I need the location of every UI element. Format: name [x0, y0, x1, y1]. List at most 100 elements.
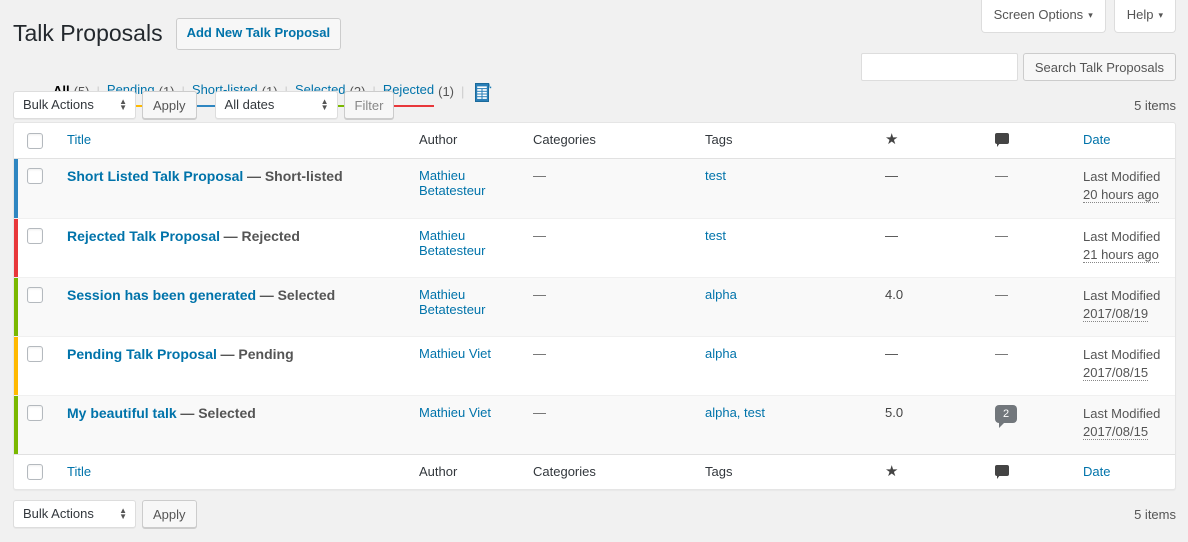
tag-link[interactable]: alpha [705, 287, 737, 302]
screen-meta-links: Screen Options ▾ Help ▾ [980, 0, 1176, 33]
bulk-actions-select-top[interactable]: Bulk Actions ▲ ▼ [13, 91, 136, 119]
select-all-checkbox-bottom[interactable] [27, 464, 43, 481]
row-comments-cell: 2 [985, 394, 1073, 454]
row-checkbox[interactable] [27, 346, 43, 363]
row-rating-cell: 5.0 [875, 394, 985, 454]
comment-count-bubble[interactable]: 2 [995, 404, 1017, 428]
row-rating-cell: — [875, 335, 985, 395]
select-arrows-icon: ▲ ▼ [320, 97, 329, 112]
date-label: Last Modified [1083, 405, 1161, 421]
author-link[interactable]: Mathieu Betatesteur [419, 168, 486, 198]
date-value: 2017/08/15 [1083, 365, 1149, 382]
row-checkbox[interactable] [27, 168, 43, 185]
status-color-bar-pending [14, 336, 18, 395]
column-header-categories: Categories [523, 123, 695, 159]
row-checkbox[interactable] [27, 405, 43, 422]
screen-options-label: Screen Options [993, 7, 1084, 22]
row-author-cell: Mathieu Viet [409, 394, 523, 454]
row-date-cell: Last Modified 20 hours ago [1073, 158, 1175, 218]
row-tags-cell: test [695, 158, 875, 218]
column-header-author: Author [409, 123, 523, 159]
date-label: Last Modified [1083, 168, 1161, 184]
chevron-down-icon: ▾ [1158, 10, 1163, 20]
row-title-cell: Session has been generated — Selected [57, 276, 409, 336]
add-new-talk-proposal-button[interactable]: Add New Talk Proposal [175, 18, 342, 50]
apply-button-bottom[interactable]: Apply [142, 500, 197, 528]
row-rating-cell: 4.0 [875, 276, 985, 336]
talk-proposals-table: Title Author Categories Tags ★ Date Shor… [13, 122, 1176, 491]
search-form: Search Talk Proposals [860, 53, 1176, 81]
sort-title-link[interactable]: Title [67, 132, 91, 147]
row-title-link[interactable]: Rejected Talk Proposal [67, 228, 220, 244]
search-submit-button[interactable]: Search Talk Proposals [1022, 53, 1176, 81]
author-link[interactable]: Mathieu Viet [419, 405, 491, 420]
table-row: Session has been generated — Selected Mat… [14, 276, 1175, 336]
row-title-link[interactable]: Session has been generated [67, 287, 256, 303]
select-all-header [14, 123, 57, 159]
sort-date-link[interactable]: Date [1083, 132, 1110, 147]
row-title-link[interactable]: My beautiful talk [67, 405, 177, 421]
sort-title-link-footer[interactable]: Title [67, 464, 91, 479]
row-rating-cell: — [875, 158, 985, 218]
row-title-link[interactable]: Short Listed Talk Proposal [67, 168, 243, 184]
apply-button-top[interactable]: Apply [142, 91, 197, 119]
table-row: Rejected Talk Proposal — Rejected Mathieu… [14, 217, 1175, 277]
table-head: Title Author Categories Tags ★ Date [14, 123, 1175, 159]
tag-link[interactable]: alpha, test [705, 405, 765, 420]
items-count-top: 5 items [1134, 97, 1176, 113]
column-header-title[interactable]: Title [57, 123, 409, 159]
search-input[interactable] [860, 53, 1018, 81]
date-filter-select[interactable]: All dates ▲ ▼ [214, 91, 338, 119]
tag-link[interactable]: alpha [705, 346, 737, 361]
sort-date-link-footer[interactable]: Date [1083, 464, 1110, 479]
screen-options-button[interactable]: Screen Options ▾ [980, 0, 1106, 33]
row-title-link[interactable]: Pending Talk Proposal [67, 346, 217, 362]
row-author-cell: Mathieu Viet [409, 335, 523, 395]
tag-link[interactable]: test [705, 228, 726, 243]
author-link[interactable]: Mathieu Viet [419, 346, 491, 361]
row-title-cell: Short Listed Talk Proposal — Short-liste… [57, 158, 409, 218]
page-title: Talk Proposals [13, 19, 163, 46]
row-categories-cell: — [523, 276, 695, 336]
star-icon: ★ [885, 462, 899, 480]
help-label: Help [1126, 7, 1154, 22]
filter-button[interactable]: Filter [343, 91, 395, 119]
status-color-bar-selected [14, 277, 18, 336]
column-footer-rating: ★ [875, 453, 985, 490]
row-status-label: — Short-listed [246, 167, 343, 184]
status-color-bar-selected [14, 395, 18, 454]
author-link[interactable]: Mathieu Betatesteur [419, 287, 486, 317]
table-foot: Title Author Categories Tags ★ Date [14, 453, 1175, 490]
select-arrows-icon: ▲ ▼ [119, 97, 127, 112]
row-tags-cell: alpha [695, 276, 875, 336]
row-author-cell: Mathieu Betatesteur [409, 217, 523, 277]
row-checkbox[interactable] [27, 287, 43, 304]
tag-link[interactable]: test [705, 168, 726, 183]
star-icon: ★ [885, 131, 899, 148]
help-button[interactable]: Help ▾ [1113, 0, 1176, 33]
row-categories-cell: — [523, 394, 695, 454]
column-footer-date[interactable]: Date [1073, 453, 1175, 490]
date-label: Last Modified [1083, 228, 1161, 244]
table-row: Short Listed Talk Proposal — Short-liste… [14, 158, 1175, 218]
row-select-cell [14, 394, 57, 454]
tablenav-top: Bulk Actions ▲ ▼ Apply All dates ▲ ▼ Filte… [13, 90, 1176, 120]
bulk-actions-select-bottom[interactable]: Bulk Actions ▲ ▼ [13, 500, 136, 528]
page-header: Talk Proposals Add New Talk Proposal [13, 18, 342, 50]
select-arrows-icon: ▲ ▼ [119, 506, 127, 521]
column-footer-author: Author [409, 453, 523, 490]
date-value: 2017/08/19 [1083, 306, 1149, 323]
column-header-date[interactable]: Date [1073, 123, 1175, 159]
row-date-cell: Last Modified 2017/08/19 [1073, 276, 1175, 336]
row-select-cell [14, 217, 57, 277]
select-all-checkbox-top[interactable] [27, 132, 43, 149]
date-label: Last Modified [1083, 287, 1161, 303]
bulk-actions-select-bottom-value: Bulk Actions [23, 506, 94, 521]
row-categories-cell: — [523, 217, 695, 277]
author-link[interactable]: Mathieu Betatesteur [419, 228, 486, 258]
column-footer-title[interactable]: Title [57, 453, 409, 490]
row-select-cell [14, 276, 57, 336]
table-row: My beautiful talk — Selected Mathieu Viet… [14, 394, 1175, 454]
row-checkbox[interactable] [27, 228, 43, 245]
tablenav-top-actions: Bulk Actions ▲ ▼ Apply All dates ▲ ▼ Filte… [13, 91, 395, 119]
